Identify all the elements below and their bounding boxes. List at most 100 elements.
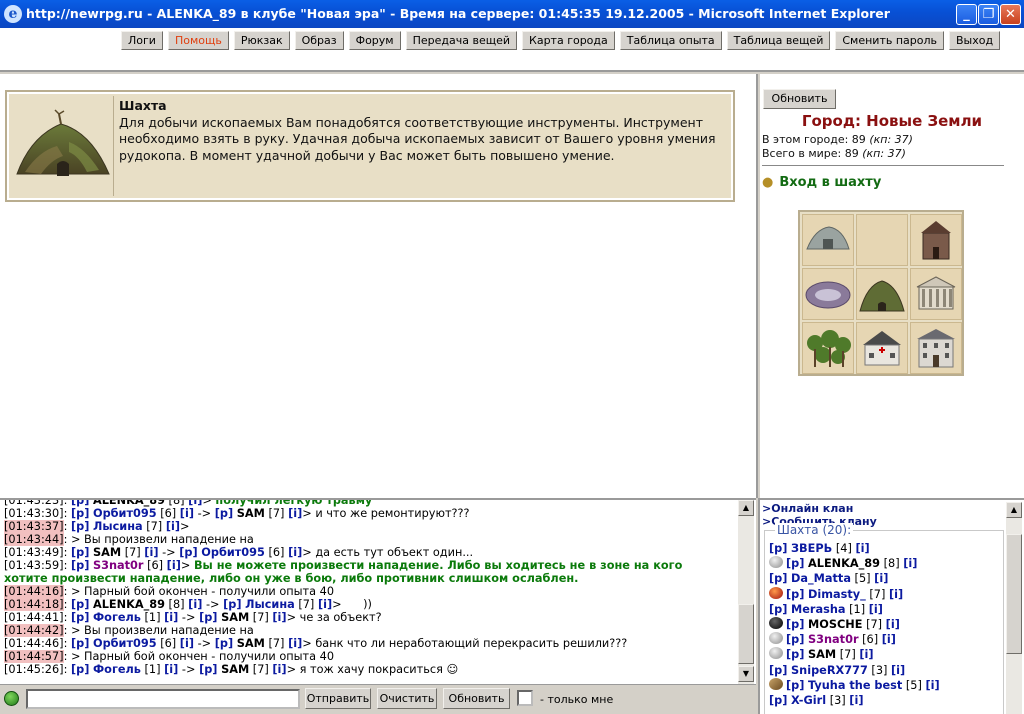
user-status-icon	[769, 677, 783, 690]
location-users-legend: Шахта (20):	[775, 523, 854, 537]
user-list-item[interactable]: [p] Merasha [1] [i]	[769, 602, 940, 617]
nav-button[interactable]: Таблица опыта	[619, 31, 722, 50]
user-status-icon	[769, 556, 783, 569]
only-me-checkbox[interactable]	[517, 690, 533, 706]
map-cell-hospital[interactable]	[856, 322, 908, 374]
chat-line: [01:44:18]: [p] ALENKA_89 [8] [i] -> [p]…	[4, 598, 372, 611]
trees-icon	[807, 330, 851, 367]
nav-button[interactable]: Передача вещей	[405, 31, 518, 50]
city-panel: Обновить Город: Новые Земли В этом город…	[760, 74, 1024, 498]
nav-button[interactable]: Карта города	[522, 31, 615, 50]
window-title: http://newrpg.ru - ALENKA_89 в клубе "Но…	[26, 6, 890, 21]
title-bar: e http://newrpg.ru - ALENKA_89 в клубе "…	[0, 0, 1024, 28]
city-title: Город: Новые Земли	[801, 112, 983, 130]
user-list-item[interactable]: [p] Tyuha the best [5] [i]	[769, 677, 940, 693]
chat-line: [01:44:42]: > Вы произвели нападение на	[4, 624, 254, 637]
user-status-icon	[769, 586, 783, 599]
user-status-icon	[769, 632, 783, 645]
chat-timestamp[interactable]: [01:43:23]	[4, 500, 64, 507]
chat-timestamp[interactable]: [01:44:18]	[4, 598, 64, 611]
map-cell-bank[interactable]	[910, 268, 962, 320]
location-users-group: Шахта (20): [p] ЗВЕРЬ [4] [i] [p] ALENKA_…	[764, 523, 1004, 714]
user-list-item[interactable]: [p] SAM [7] [i]	[769, 647, 940, 662]
nav-button[interactable]: Логи	[121, 31, 163, 50]
user-list-item[interactable]: [p] MOSCHE [7] [i]	[769, 617, 940, 632]
chat-line: хотите произвести нападение, либо он уже…	[4, 572, 579, 585]
chat-timestamp[interactable]: [01:43:30]	[4, 507, 64, 520]
nav-button[interactable]: Сменить пароль	[835, 31, 944, 50]
only-me-label: - только мне	[540, 693, 614, 706]
location-text: Для добычи ископаемых Вам понадобятся со…	[119, 114, 716, 163]
chat-line: [01:43:49]: [p] SAM [7] [i] -> [p] Орбит…	[4, 546, 474, 559]
temple-icon	[921, 221, 951, 260]
chat-timestamp[interactable]: [01:44:46]	[4, 637, 64, 650]
in-city-count: В этом городе: 89 (кп: 37)	[762, 133, 913, 146]
user-list-item[interactable]: [p] Dimasty_ [7] [i]	[769, 586, 940, 602]
close-button[interactable]: ✕	[1000, 4, 1021, 25]
online-clan-link[interactable]: >Онлайн клан	[762, 502, 877, 515]
chat-line: [01:44:46]: [p] Орбит095 [6] [i] -> [p] …	[4, 637, 628, 650]
nav-button[interactable]: Выход	[949, 31, 1001, 50]
nav-buttons: Логи Помощь Рюкзак Образ Форум Передача вещей…	[121, 31, 1001, 50]
chat-line: [01:44:57]: > Парный бой окончен - получ…	[4, 650, 335, 663]
chat-line: [01:43:30]: [p] Орбит095 [6] [i] -> [p] …	[4, 507, 470, 520]
chat-timestamp[interactable]: [01:43:49]	[4, 546, 64, 559]
user-list-item[interactable]: [p] X-Girl [3] [i]	[769, 693, 940, 708]
location-info-panel: Шахта Для добычи ископаемых Вам понадобя…	[5, 90, 735, 202]
chat-timestamp[interactable]: [01:43:44]	[4, 533, 64, 546]
chat-line: [01:43:44]: > Вы произвели нападение на	[4, 533, 254, 546]
scroll-up-icon[interactable]: ▲	[738, 500, 754, 516]
browser-window: e http://newrpg.ru - ALENKA_89 в клубе "…	[0, 0, 1024, 714]
scroll-thumb[interactable]	[738, 604, 754, 664]
map-cell-crater[interactable]	[802, 268, 854, 320]
chat-timestamp[interactable]: [01:44:41]	[4, 611, 64, 624]
map-cell-forest[interactable]	[802, 322, 854, 374]
map-cell-empty[interactable]	[856, 214, 908, 266]
clear-button[interactable]: Очистить	[377, 688, 437, 709]
chat-scrollbar[interactable]: ▲ ▼	[738, 500, 754, 684]
map-cell-mine[interactable]	[856, 268, 908, 320]
chat-timestamp[interactable]: [01:43:37]	[4, 520, 64, 533]
scroll-down-icon[interactable]: ▼	[738, 666, 754, 682]
nav-button[interactable]: Рюкзак	[233, 31, 290, 50]
user-list-item[interactable]: [p] ALENKA_89 [8] [i]	[769, 556, 940, 571]
chat-message-input[interactable]	[26, 689, 300, 709]
map-cell-mansion[interactable]	[910, 322, 962, 374]
user-list-item[interactable]: [p] S3nat0r [6] [i]	[769, 632, 940, 647]
nav-button[interactable]: Образ	[294, 31, 344, 50]
mine-entry-link[interactable]: ● Вход в шахту	[762, 175, 881, 190]
scroll-up-icon[interactable]: ▲	[1006, 502, 1022, 518]
user-list-item[interactable]: [p] Da_Matta [5] [i]	[769, 571, 940, 586]
user-list-item[interactable]: [p] ЗВЕРЬ [4] [i]	[769, 541, 940, 556]
user-list-item[interactable]: [p] SnipeRX777 [3] [i]	[769, 663, 940, 678]
nav-button[interactable]: Форум	[348, 31, 401, 50]
in-world-count: Всего в мире: 89 (кп: 37)	[762, 147, 906, 160]
user-list-scrollbar[interactable]: ▲	[1006, 502, 1022, 714]
refresh-chat-button[interactable]: Обновить	[443, 688, 510, 709]
nav-button[interactable]: Помощь	[167, 31, 229, 50]
minimize-button[interactable]: _	[956, 4, 977, 25]
user-status-icon	[769, 647, 783, 660]
chat-line: [01:43:23]: [p] ALENKA_89 [8] [i]> получ…	[4, 500, 732, 507]
chat-timestamp[interactable]: [01:43:59]	[4, 559, 64, 572]
ie-icon: e	[4, 5, 22, 23]
mansion-icon	[917, 329, 955, 368]
nav-button[interactable]: Таблица вещей	[726, 31, 831, 50]
chat-timestamp[interactable]: [01:44:42]	[4, 624, 64, 637]
map-cell-temple[interactable]	[910, 214, 962, 266]
map-cell-tunnel[interactable]	[802, 214, 854, 266]
mine-image	[11, 96, 114, 196]
scroll-thumb[interactable]	[1006, 534, 1022, 654]
user-list: [p] ЗВЕРЬ [4] [i] [p] ALENKA_89 [8] [i] [p…	[769, 541, 940, 708]
send-button[interactable]: Отправить	[305, 688, 371, 709]
chat-timestamp[interactable]: [01:44:16]	[4, 585, 64, 598]
city-map-grid	[798, 210, 964, 376]
chat-timestamp[interactable]: [01:45:26]	[4, 663, 64, 676]
refresh-button[interactable]: Обновить	[763, 89, 836, 109]
chat-lines: [01:43:23]: [p] ALENKA_89 [8] [i]> получ…	[4, 500, 732, 676]
smiley-icon[interactable]	[4, 691, 19, 706]
chat-timestamp[interactable]: [01:44:57]	[4, 650, 64, 663]
chat-log: [01:43:23]: [p] ALENKA_89 [8] [i]> получ…	[0, 498, 756, 684]
location-title: Шахта	[119, 98, 167, 113]
maximize-button[interactable]: ❐	[978, 4, 999, 25]
